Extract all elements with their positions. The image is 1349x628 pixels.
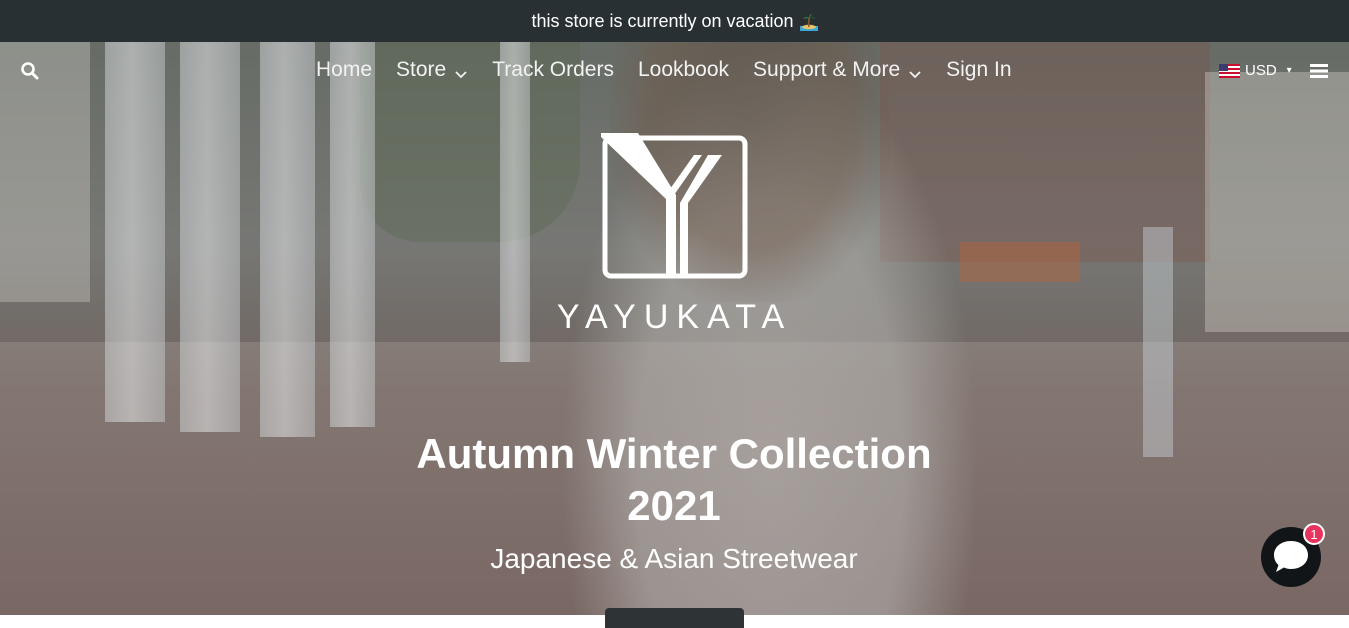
nav-item-support-more[interactable]: Support & More <box>741 58 934 82</box>
nav-item-label: Home <box>316 58 373 81</box>
hero-cta-button[interactable] <box>605 608 744 628</box>
nav-item-home[interactable]: Home <box>304 58 384 82</box>
hero-headline: Autumn Winter Collection 2021 <box>416 430 932 529</box>
caret-down-icon: ▾ <box>1286 65 1292 76</box>
nav-item-label: Lookbook <box>637 58 730 81</box>
hamburger-menu-icon[interactable] <box>1310 63 1328 79</box>
search-icon[interactable] <box>20 61 40 81</box>
nav-item-sign-in[interactable]: Sign In <box>934 58 1023 82</box>
us-flag-icon <box>1219 63 1240 78</box>
nav-item-store[interactable]: Store <box>384 58 480 82</box>
brand-logo[interactable] <box>598 133 751 281</box>
background-pillar <box>260 42 315 437</box>
announcement-bar: this store is currently on vacation <box>0 0 1349 42</box>
nav-item-label: Track Orders <box>492 58 614 81</box>
nav-item-track-orders[interactable]: Track Orders <box>480 58 626 82</box>
nav-item-label: Sign In <box>946 58 1012 81</box>
brand-name: YAYUKATA <box>556 298 793 336</box>
background-post <box>1143 227 1173 457</box>
nav-item-label: Support & More <box>753 58 901 81</box>
chevron-down-icon <box>454 63 468 79</box>
island-icon <box>799 13 818 31</box>
background-pillar <box>105 42 165 422</box>
chevron-down-icon <box>908 63 922 79</box>
background-building-left <box>0 42 90 302</box>
background-pillar <box>330 42 375 427</box>
currency-selector[interactable]: USD ▾ <box>1219 62 1292 79</box>
nav-item-lookbook[interactable]: Lookbook <box>626 58 741 82</box>
background-pillar <box>180 42 240 432</box>
background-building-right <box>1205 72 1349 332</box>
main-navigation: Home Store Track Orders Lookbook Support… <box>304 54 1024 86</box>
chat-notification-badge: 1 <box>1303 523 1325 545</box>
currency-label: USD <box>1245 62 1277 79</box>
nav-item-label: Store <box>396 58 447 81</box>
announcement-text: this store is currently on vacation <box>531 10 794 31</box>
hero-subheadline: Japanese & Asian Streetwear <box>490 543 858 574</box>
